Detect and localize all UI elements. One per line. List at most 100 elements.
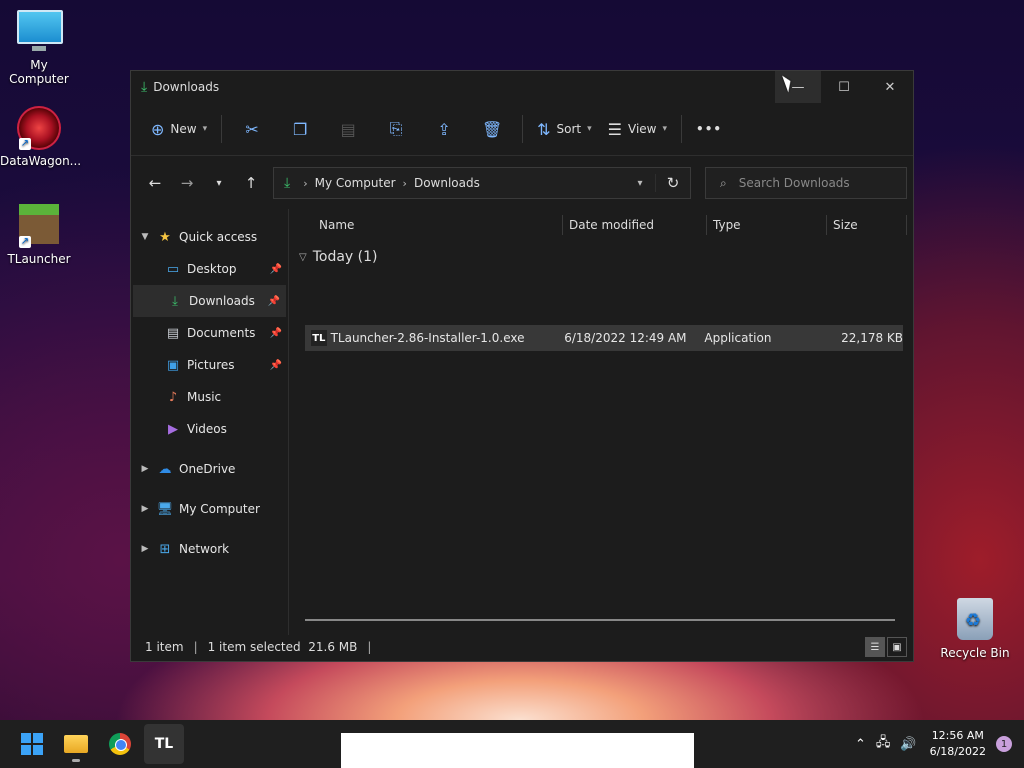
rename-button[interactable]: ⎘ bbox=[372, 113, 420, 145]
window-title: Downloads bbox=[153, 80, 220, 94]
selection-info: 1 item selected 21.6 MB bbox=[207, 640, 358, 654]
pin-icon: 📌 bbox=[267, 295, 280, 307]
search-icon: ⌕ bbox=[720, 175, 727, 190]
search-input[interactable] bbox=[736, 175, 891, 191]
sidebar-item-label: Quick access bbox=[179, 230, 258, 244]
notification-badge[interactable]: 1 bbox=[996, 736, 1012, 752]
delete-button[interactable]: 🗑 bbox=[468, 113, 516, 145]
minimize-icon: — bbox=[791, 79, 805, 95]
taskbar-chrome[interactable] bbox=[100, 724, 140, 764]
sidebar-item-downloads[interactable]: ⤓ Downloads 📌 bbox=[133, 285, 286, 317]
trash-icon: 🗑 bbox=[481, 119, 503, 139]
monitor-icon bbox=[17, 10, 63, 54]
desktop-icon-label: DataWagon... bbox=[0, 154, 82, 168]
title-bar[interactable]: ⤓ Downloads — ☐ ✕ bbox=[131, 71, 913, 103]
search-box[interactable]: ⌕ bbox=[705, 167, 907, 199]
network-icon[interactable]: 🖧 bbox=[876, 733, 891, 755]
desktop-icon-recycle-bin[interactable]: ♻ Recycle Bin bbox=[936, 598, 1014, 660]
item-count: 1 item bbox=[145, 640, 184, 654]
datawagon-icon: ↗ bbox=[17, 106, 61, 150]
share-button[interactable]: ⇪ bbox=[420, 113, 468, 145]
view-label: View bbox=[628, 122, 657, 136]
sidebar-item-quick-access[interactable]: ▼ ★ Quick access bbox=[131, 221, 288, 253]
chevron-down-icon: ▾ bbox=[216, 177, 222, 189]
file-name: TLauncher-2.86-Installer-1.0.exe bbox=[330, 331, 525, 345]
copy-icon: ❐ bbox=[292, 119, 308, 139]
large-icons-view-button[interactable]: ▣ bbox=[887, 637, 907, 657]
sidebar-item-videos[interactable]: ▶ Videos bbox=[131, 413, 288, 445]
sidebar-item-music[interactable]: ♪ Music bbox=[131, 381, 288, 413]
column-headers: Name Date modified Type Size bbox=[289, 209, 913, 241]
sort-button[interactable]: ⇅ Sort ▾ bbox=[529, 113, 600, 145]
desktop-icon-tlauncher[interactable]: ↗ TLauncher bbox=[0, 204, 78, 266]
chevron-down-icon: ▾ bbox=[202, 124, 208, 134]
group-header-today[interactable]: ▽ Today (1) bbox=[289, 243, 913, 271]
file-date-modified: 6/18/2022 12:49 AM bbox=[564, 331, 687, 345]
address-dropdown-button[interactable]: ▾ bbox=[625, 178, 655, 189]
maximize-icon: ☐ bbox=[838, 79, 850, 95]
sidebar-item-onedrive[interactable]: ▶ ☁ OneDrive bbox=[131, 453, 288, 485]
breadcrumb-chevron-icon: › bbox=[402, 176, 407, 190]
download-icon: ⤓ bbox=[141, 79, 148, 95]
back-button[interactable]: ← bbox=[139, 167, 171, 199]
sidebar-item-documents[interactable]: ▤ Documents 📌 bbox=[131, 317, 288, 349]
maximize-button[interactable]: ☐ bbox=[821, 71, 867, 103]
address-bar[interactable]: ⤓ › My Computer › Downloads ▾ ↻ bbox=[273, 167, 691, 199]
pin-icon: 📌 bbox=[269, 359, 282, 371]
copy-button[interactable]: ❐ bbox=[276, 113, 324, 145]
chevron-right-icon: ▶ bbox=[141, 504, 149, 514]
column-header-size[interactable]: Size bbox=[827, 215, 907, 235]
sidebar-item-pictures[interactable]: ▣ Pictures 📌 bbox=[131, 349, 288, 381]
taskbar-file-explorer[interactable] bbox=[56, 724, 96, 764]
tiles-view-icon: ▣ bbox=[892, 641, 902, 653]
file-row[interactable]: TL TLauncher-2.86-Installer-1.0.exe 6/18… bbox=[305, 325, 903, 351]
breadcrumb-my-computer[interactable]: My Computer bbox=[315, 176, 396, 190]
cloud-icon: ☁ bbox=[158, 461, 172, 477]
sidebar-item-label: OneDrive bbox=[179, 462, 236, 476]
desktop-icon-my-computer[interactable]: My Computer bbox=[0, 10, 78, 86]
forward-button[interactable]: → bbox=[171, 167, 203, 199]
taskbar-tlauncher[interactable]: TL bbox=[144, 724, 184, 764]
recent-locations-button[interactable]: ▾ bbox=[203, 167, 235, 199]
sidebar-item-desktop[interactable]: ▭ Desktop 📌 bbox=[131, 253, 288, 285]
recycle-bin-icon: ♻ bbox=[953, 598, 997, 642]
chevron-down-icon: ▽ bbox=[299, 251, 307, 263]
sidebar-item-label: Downloads bbox=[189, 294, 255, 308]
toolbar-divider bbox=[522, 115, 524, 143]
view-button[interactable]: ☰ View ▾ bbox=[600, 113, 675, 145]
sort-arrows-icon: ⇅ bbox=[537, 119, 551, 139]
tlauncher-icon: TL bbox=[154, 736, 174, 752]
monitor-icon: 🖥 bbox=[156, 501, 174, 517]
clock-time: 12:56 AM bbox=[931, 729, 984, 742]
sidebar-item-label: Videos bbox=[187, 422, 227, 436]
refresh-button[interactable]: ↻ bbox=[655, 174, 690, 192]
column-header-name[interactable]: Name bbox=[289, 215, 563, 235]
column-header-type[interactable]: Type bbox=[707, 215, 827, 235]
clock[interactable]: 12:56 AM 6/18/2022 bbox=[930, 728, 986, 760]
more-options-button[interactable]: ••• bbox=[688, 113, 730, 145]
scissors-icon: ✂ bbox=[245, 119, 259, 139]
windows-logo-icon bbox=[21, 733, 43, 755]
arrow-up-icon: ↑ bbox=[244, 174, 258, 192]
details-view-button[interactable]: ☰ bbox=[865, 637, 885, 657]
arrow-left-icon: ← bbox=[148, 174, 162, 192]
desktop-icon-label: My Computer bbox=[9, 58, 69, 86]
show-hidden-icons-button[interactable]: ⌃ bbox=[855, 737, 866, 752]
start-button[interactable] bbox=[12, 724, 52, 764]
blank-overlay bbox=[341, 733, 694, 768]
share-icon: ⇪ bbox=[437, 119, 451, 139]
paste-button[interactable]: ▤ bbox=[324, 113, 372, 145]
volume-icon[interactable]: 🔊 bbox=[900, 737, 916, 752]
cut-button[interactable]: ✂ bbox=[228, 113, 276, 145]
horizontal-scrollbar[interactable] bbox=[305, 619, 895, 621]
up-button[interactable]: ↑ bbox=[235, 167, 267, 199]
close-button[interactable]: ✕ bbox=[867, 71, 913, 103]
sidebar-item-network[interactable]: ▶ ⊞ Network bbox=[131, 533, 288, 565]
desktop-icon-datawagon[interactable]: ↗ DataWagon... bbox=[0, 106, 82, 168]
new-button[interactable]: ⊕ New ▾ bbox=[143, 113, 215, 145]
minecraft-block-icon: ↗ bbox=[17, 204, 61, 248]
desktop-icon-label: Recycle Bin bbox=[940, 646, 1010, 660]
sidebar-item-my-computer[interactable]: ▶ 🖥 My Computer bbox=[131, 493, 288, 525]
breadcrumb-downloads[interactable]: Downloads bbox=[414, 176, 480, 190]
column-header-date-modified[interactable]: Date modified bbox=[563, 215, 707, 235]
